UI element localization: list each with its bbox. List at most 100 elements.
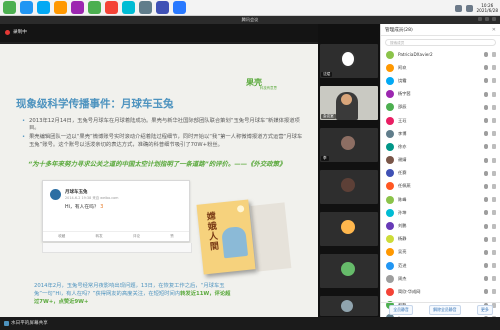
member-name: 吴亮: [398, 249, 407, 255]
app-icon[interactable]: [139, 1, 152, 14]
camera-icon[interactable]: [492, 118, 496, 124]
microphone-icon[interactable]: [484, 210, 488, 216]
member-row[interactable]: 吴亮: [381, 246, 500, 259]
camera-icon[interactable]: [492, 236, 496, 242]
camera-icon[interactable]: [492, 276, 496, 282]
member-row[interactable]: 范进: [381, 259, 500, 272]
maximize-button[interactable]: [485, 17, 489, 21]
bullet-item: 2013年12月14日，玉兔号月球车在月球着陆成功。果壳与新华社国际部团队联合策…: [22, 118, 306, 133]
camera-icon[interactable]: [492, 170, 496, 176]
close-icon[interactable]: ✕: [492, 27, 496, 33]
app-icon[interactable]: [71, 1, 84, 14]
app-icon[interactable]: [88, 1, 101, 14]
weibo-card-shadow: [42, 243, 192, 253]
member-row[interactable]: PatriciaDXavier2: [381, 48, 500, 61]
microphone-icon[interactable]: [484, 183, 488, 189]
member-row[interactable]: 饶霜: [381, 74, 500, 87]
meeting-app-icon[interactable]: [173, 1, 186, 14]
camera-icon[interactable]: [492, 131, 496, 137]
video-tile[interactable]: 会议室: [320, 86, 378, 120]
camera-icon[interactable]: [492, 52, 496, 58]
video-tile[interactable]: [320, 296, 378, 316]
more-button[interactable]: 更多: [477, 305, 493, 315]
microphone-icon[interactable]: [484, 223, 488, 229]
unmute-all-button[interactable]: 解除全员静音: [429, 305, 461, 315]
clock-date: 2021/6/28: [476, 8, 498, 13]
microphone-icon[interactable]: [484, 157, 488, 163]
record-icon: [5, 29, 10, 35]
member-row[interactable]: 刘鹏: [381, 219, 500, 232]
video-tile[interactable]: [320, 254, 378, 288]
microphone-icon[interactable]: [484, 91, 488, 97]
microphone-icon[interactable]: [484, 236, 488, 242]
app-icon[interactable]: [105, 1, 118, 14]
microphone-icon[interactable]: [484, 289, 488, 295]
mute-all-button[interactable]: 全员静音: [389, 305, 413, 315]
camera-icon[interactable]: [492, 104, 496, 110]
app-icon[interactable]: [54, 1, 67, 14]
start-icon[interactable]: [3, 1, 16, 14]
clock[interactable]: 10:26 2021/6/28: [477, 3, 498, 13]
video-tile[interactable]: [320, 212, 378, 246]
member-row[interactable]: 杨宇茜: [381, 88, 500, 101]
member-row[interactable]: 任赛: [381, 167, 500, 180]
close-button[interactable]: [492, 17, 496, 21]
microphone-icon[interactable]: [484, 65, 488, 71]
microphone-icon[interactable]: [484, 170, 488, 176]
member-row[interactable]: 周杰: [381, 272, 500, 285]
member-row[interactable]: 杨静: [381, 233, 500, 246]
microphone-icon[interactable]: [484, 104, 488, 110]
share-indicator[interactable]: 水日平的屏幕共享: [4, 320, 48, 326]
avatar: [386, 156, 394, 165]
network-icon[interactable]: [454, 4, 462, 12]
camera-icon[interactable]: [492, 289, 496, 295]
camera-icon[interactable]: [492, 197, 496, 203]
microphone-icon[interactable]: [484, 144, 488, 150]
app-icon[interactable]: [37, 1, 50, 14]
video-tile[interactable]: [320, 170, 378, 204]
camera-icon[interactable]: [492, 78, 496, 84]
microphone-icon[interactable]: [484, 249, 488, 255]
app-icon[interactable]: [122, 1, 135, 14]
app-icon[interactable]: [156, 1, 169, 14]
camera-icon[interactable]: [492, 157, 496, 163]
member-row[interactable]: 谢婧: [381, 154, 500, 167]
camera-icon[interactable]: [492, 249, 496, 255]
microphone-icon[interactable]: [484, 118, 488, 124]
microphone-icon[interactable]: [484, 52, 488, 58]
video-tile[interactable]: 沈斌: [320, 44, 378, 78]
member-row[interactable]: 徐亦: [381, 140, 500, 153]
camera-icon[interactable]: [492, 183, 496, 189]
member-row[interactable]: 简欣-华成网: [381, 285, 500, 298]
microphone-icon[interactable]: [484, 197, 488, 203]
member-search-input[interactable]: 搜索成员: [385, 39, 496, 46]
camera-icon[interactable]: [492, 91, 496, 97]
minimize-button[interactable]: [478, 17, 482, 21]
recording-indicator[interactable]: 录制中: [5, 29, 27, 35]
weibo-actions: 收藏 转发 评论 赞: [43, 231, 189, 241]
share-label: 水日平的屏幕共享: [11, 321, 48, 326]
member-row[interactable]: 任佩燕: [381, 180, 500, 193]
camera-icon[interactable]: [492, 263, 496, 269]
microphone-icon[interactable]: [484, 276, 488, 282]
member-row[interactable]: 陈峰: [381, 193, 500, 206]
member-row[interactable]: 王珏: [381, 114, 500, 127]
member-row[interactable]: 邵辰: [381, 101, 500, 114]
app-icon[interactable]: [20, 1, 33, 14]
member-row[interactable]: 孙坤: [381, 206, 500, 219]
microphone-icon[interactable]: [484, 131, 488, 137]
microphone-icon[interactable]: [484, 78, 488, 84]
member-name: PatriciaDXavier2: [398, 52, 433, 58]
camera-icon[interactable]: [492, 223, 496, 229]
camera-icon[interactable]: [492, 144, 496, 150]
camera-icon[interactable]: [492, 210, 496, 216]
camera-icon[interactable]: [492, 65, 496, 71]
member-row[interactable]: 阿玖: [381, 61, 500, 74]
member-row[interactable]: 李博: [381, 127, 500, 140]
volume-icon[interactable]: [465, 4, 473, 12]
video-tiles: 沈斌 会议室 李: [318, 24, 380, 317]
avatar: [341, 220, 355, 234]
member-name: 周杰: [398, 275, 407, 281]
video-tile[interactable]: 李: [320, 128, 378, 162]
microphone-icon[interactable]: [484, 263, 488, 269]
